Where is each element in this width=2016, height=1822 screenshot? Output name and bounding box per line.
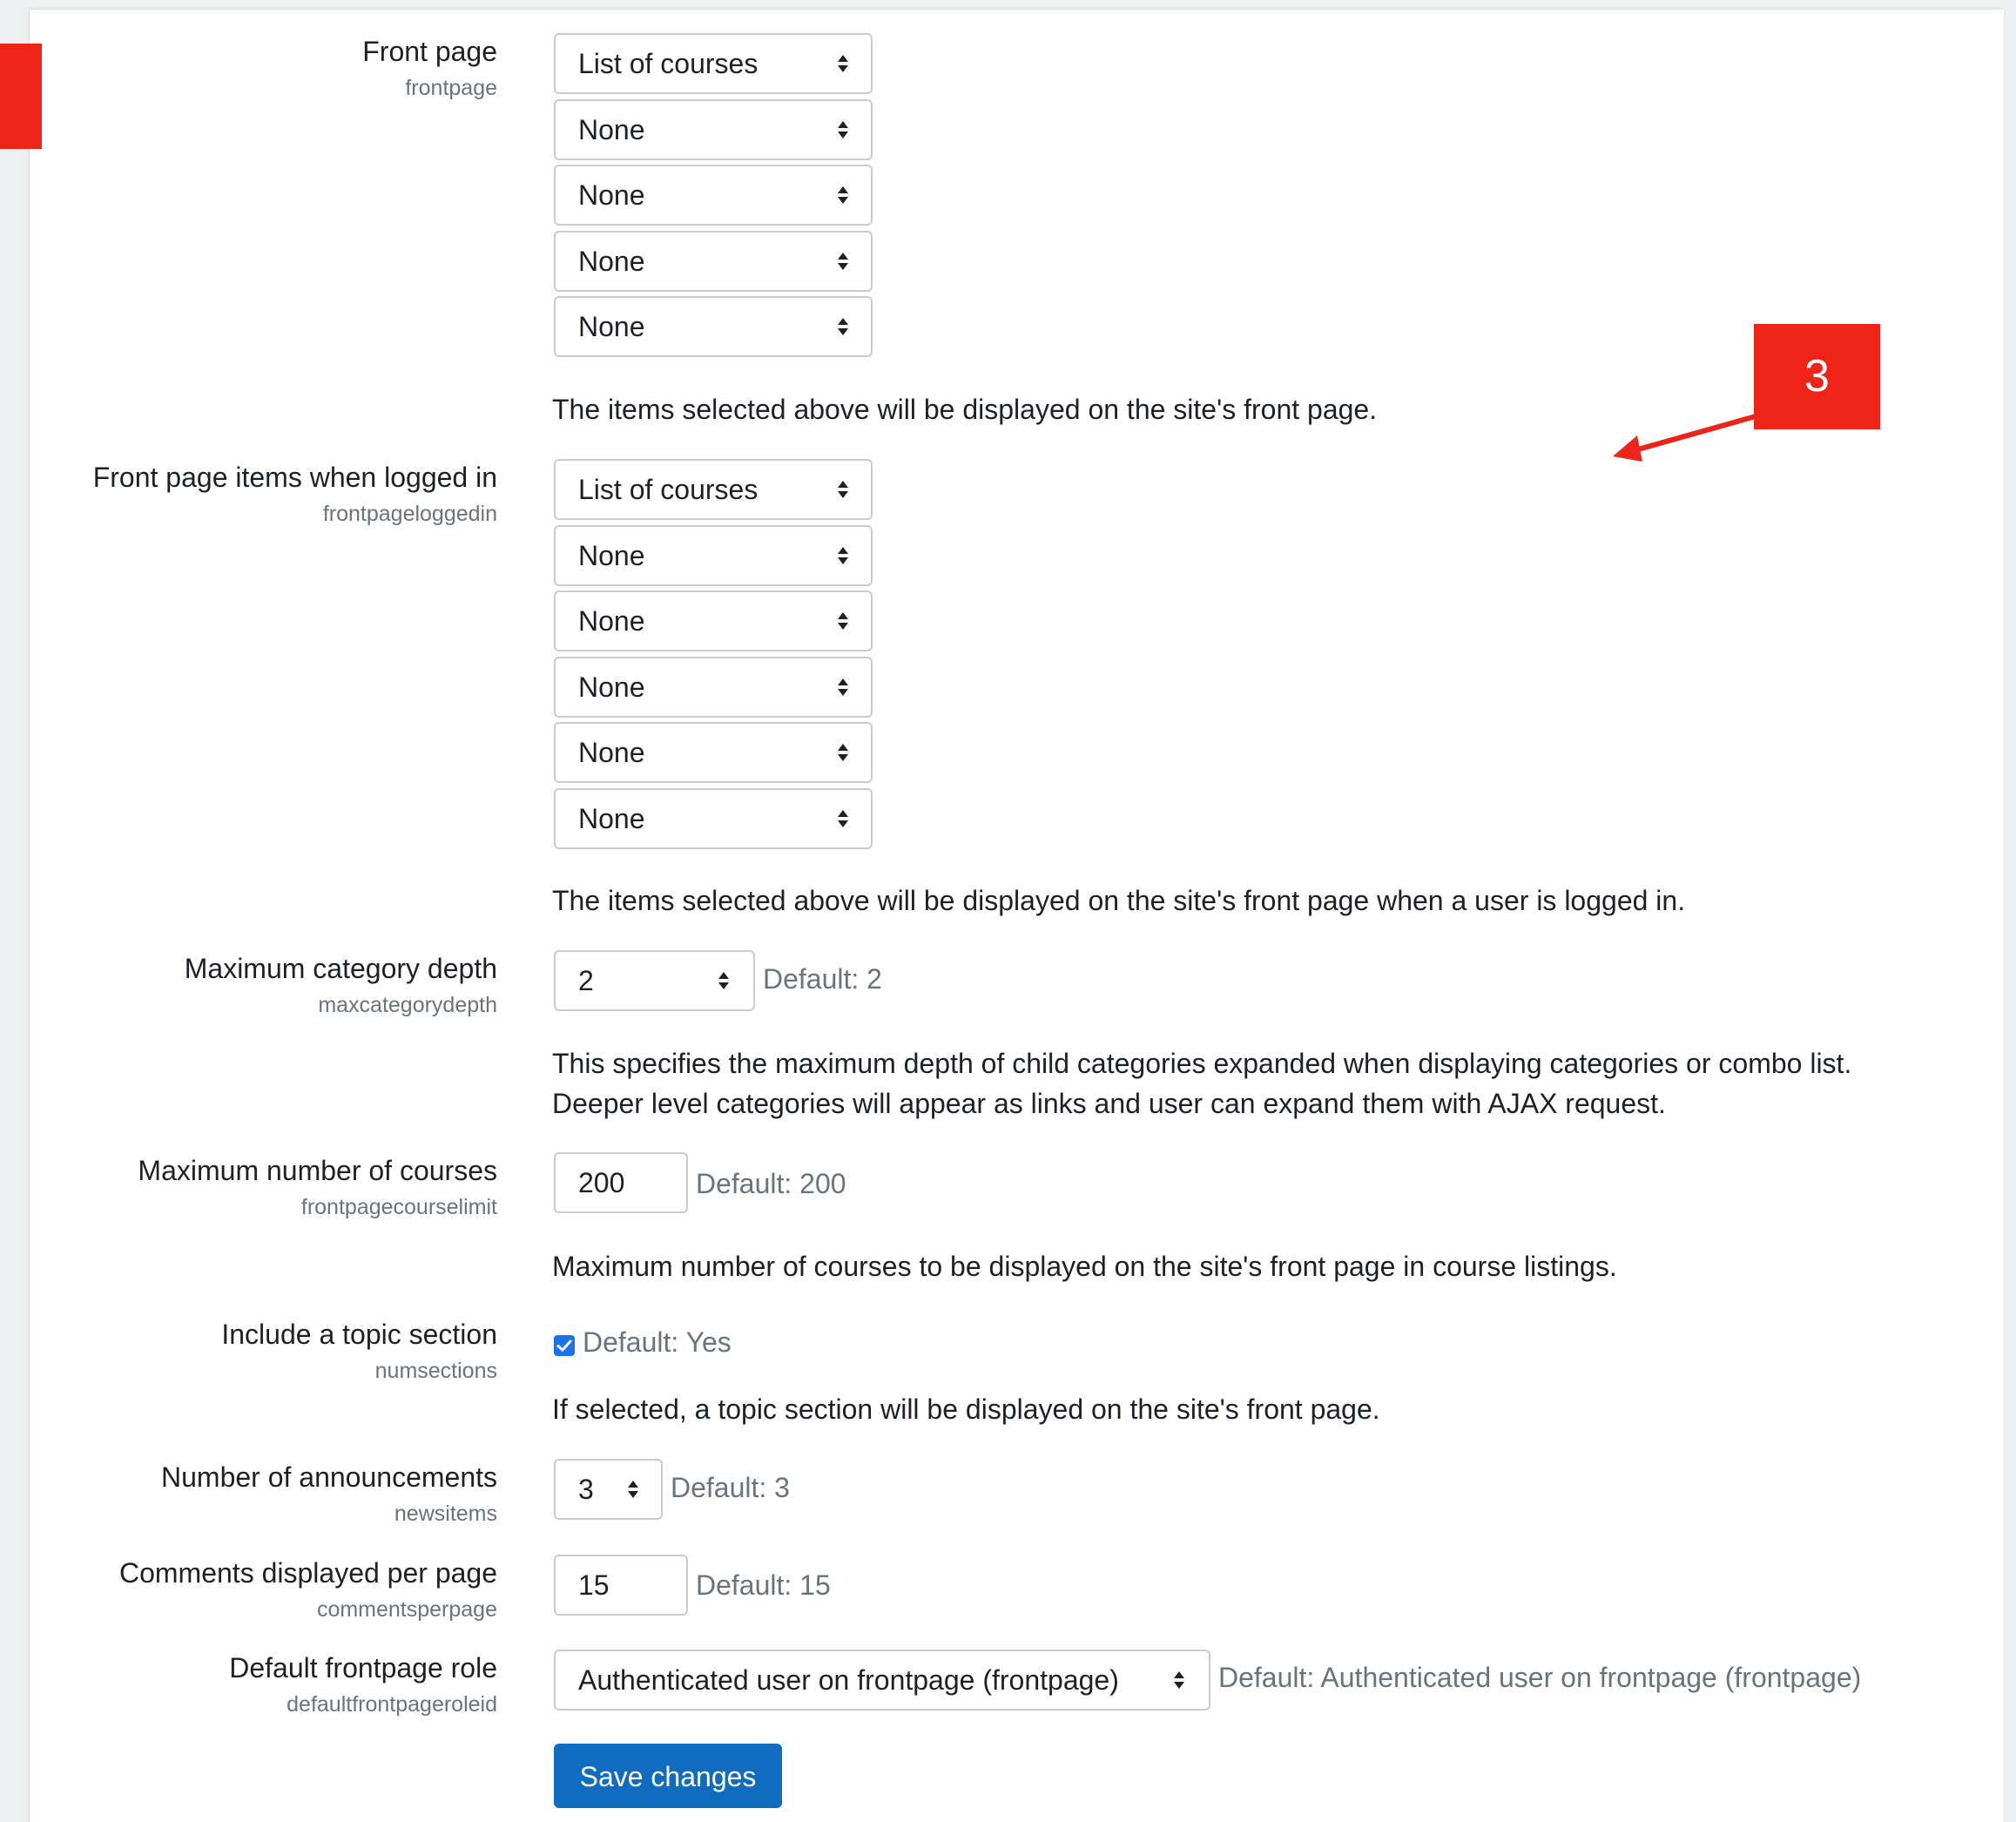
select-value: None <box>578 605 645 637</box>
frontpage-role-key: defaultfrontpageroleid <box>287 1692 497 1717</box>
front-page-select-2[interactable]: None <box>554 99 873 160</box>
front-page-select-5[interactable]: None <box>554 296 873 357</box>
front-page-logged-in-label: Front page items when logged in <box>92 462 497 493</box>
annotation-arrow-icon <box>1613 414 1758 462</box>
select-value: Authenticated user on frontpage (frontpa… <box>578 1664 1119 1696</box>
comments-per-page-input[interactable]: 15 <box>554 1555 688 1616</box>
updown-caret-icon <box>838 55 848 72</box>
comments-per-page-key: commentsperpage <box>316 1597 497 1622</box>
announcements-select[interactable]: 3 <box>554 1459 663 1520</box>
updown-caret-icon <box>838 678 848 696</box>
updown-caret-icon <box>838 318 848 335</box>
topic-section-checkbox[interactable] <box>554 1335 575 1356</box>
updown-caret-icon <box>838 744 848 761</box>
select-value: None <box>578 540 645 571</box>
updown-caret-icon <box>628 1481 638 1498</box>
select-value: 2 <box>578 965 594 996</box>
frontpage-role-default: Default: Authenticated user on frontpage… <box>1218 1662 1862 1693</box>
updown-caret-icon <box>838 253 848 270</box>
topic-section-default: Default: Yes <box>583 1326 732 1358</box>
max-courses-description: Maximum number of courses to be displaye… <box>552 1251 1617 1282</box>
topic-section-key: numsections <box>374 1359 497 1383</box>
announcements-default: Default: 3 <box>671 1472 790 1503</box>
select-value: None <box>578 179 645 211</box>
max-category-depth-label: Maximum category depth <box>184 953 497 984</box>
front-page-logged-in-select-6[interactable]: None <box>554 788 873 849</box>
select-value: None <box>578 737 645 768</box>
front-page-logged-in-select-1[interactable]: List of courses <box>554 459 873 520</box>
front-page-label: Front page <box>362 36 497 67</box>
updown-caret-icon <box>1174 1671 1184 1689</box>
max-courses-label: Maximum number of courses <box>138 1155 497 1186</box>
front-page-logged-in-key: frontpageloggedin <box>322 502 497 526</box>
comments-per-page-label: Comments displayed per page <box>118 1557 497 1589</box>
frontpage-role-select[interactable]: Authenticated user on frontpage (frontpa… <box>554 1650 1210 1711</box>
comments-per-page-default: Default: 15 <box>696 1569 831 1601</box>
front-page-select-4[interactable]: None <box>554 231 873 292</box>
select-value: None <box>578 246 645 277</box>
checkmark-icon <box>556 1340 572 1352</box>
select-value: 3 <box>578 1474 594 1505</box>
max-category-depth-description-line-1: This specifies the maximum depth of chil… <box>552 1048 1852 1079</box>
frontpage-role-label: Default frontpage role <box>229 1652 497 1684</box>
select-value: None <box>578 114 645 145</box>
front-page-select-3[interactable]: None <box>554 165 873 226</box>
save-changes-button[interactable]: Save changes <box>554 1744 782 1808</box>
front-page-logged-in-select-5[interactable]: None <box>554 722 873 783</box>
max-category-depth-default: Default: 2 <box>763 963 882 995</box>
updown-caret-icon <box>838 481 848 498</box>
annotation-side-marker <box>0 44 42 149</box>
updown-caret-icon <box>838 810 848 827</box>
front-page-description: The items selected above will be display… <box>552 394 1378 425</box>
max-category-depth-description-line-2: Deeper level categories will appear as l… <box>552 1088 1666 1119</box>
max-category-depth-key: maxcategorydepth <box>318 993 497 1017</box>
front-page-select-1[interactable]: List of courses <box>554 33 873 94</box>
max-courses-input[interactable]: 200 <box>554 1152 688 1213</box>
annotation-badge: 3 <box>1754 324 1880 429</box>
updown-caret-icon <box>718 972 729 989</box>
topic-section-description: If selected, a topic section will be dis… <box>552 1393 1380 1425</box>
select-value: List of courses <box>578 48 759 79</box>
topic-section-label: Include a topic section <box>221 1319 497 1350</box>
updown-caret-icon <box>838 612 848 630</box>
front-page-logged-in-select-4[interactable]: None <box>554 657 873 718</box>
max-courses-default: Default: 200 <box>696 1168 846 1199</box>
select-value: List of courses <box>578 474 759 505</box>
select-value: None <box>578 671 645 703</box>
announcements-key: newsitems <box>394 1501 497 1526</box>
front-page-logged-in-select-3[interactable]: None <box>554 590 873 651</box>
page: Front page frontpage List of courses Non… <box>0 0 2016 1822</box>
front-page-key: frontpage <box>405 76 497 100</box>
updown-caret-icon <box>838 547 848 564</box>
announcements-label: Number of announcements <box>161 1461 497 1493</box>
updown-caret-icon <box>838 121 848 138</box>
front-page-logged-in-description: The items selected above will be display… <box>552 885 1686 916</box>
max-category-depth-select[interactable]: 2 <box>554 950 755 1011</box>
select-value: None <box>578 803 645 834</box>
select-value: None <box>578 311 645 342</box>
max-courses-key: frontpagecourselimit <box>300 1195 497 1219</box>
front-page-logged-in-select-2[interactable]: None <box>554 525 873 586</box>
updown-caret-icon <box>838 186 848 204</box>
